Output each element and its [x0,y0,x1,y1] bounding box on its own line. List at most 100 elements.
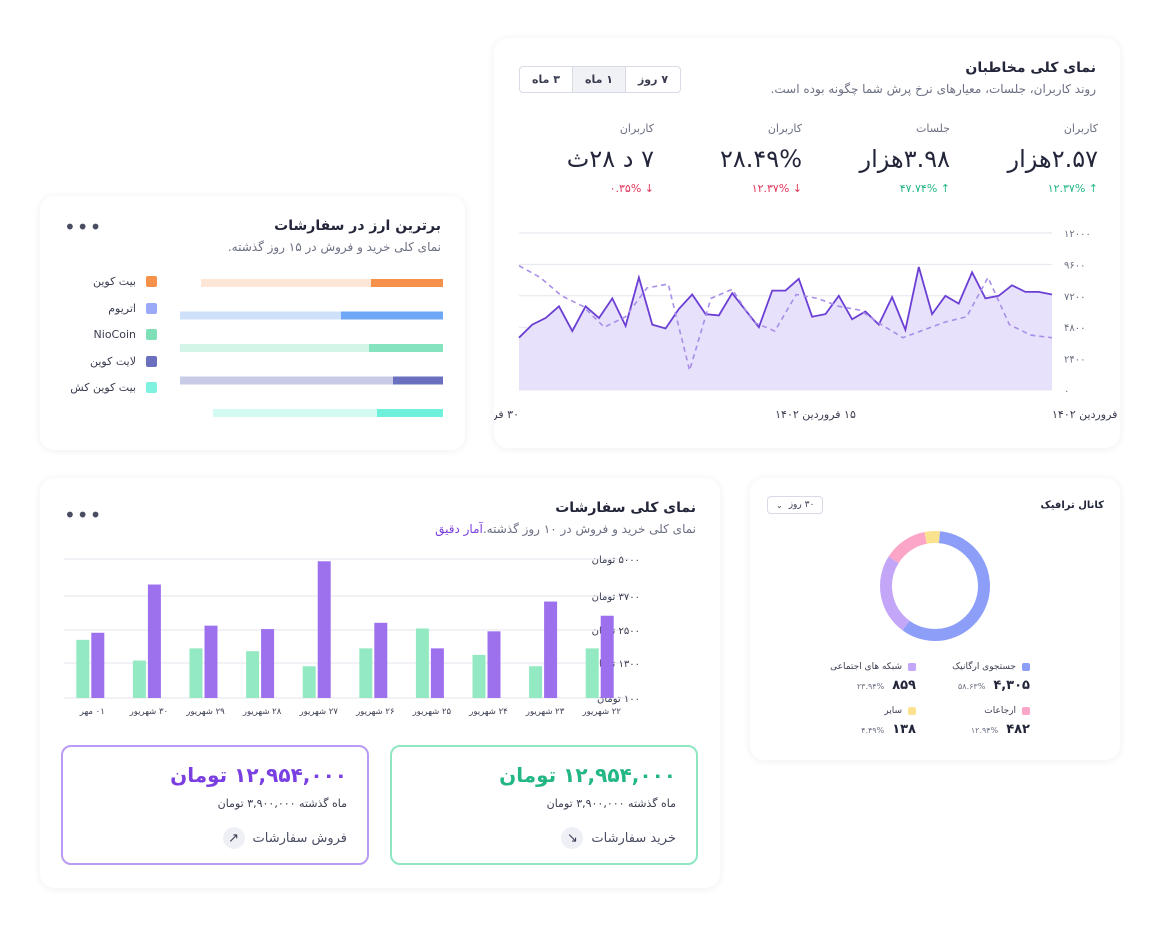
y-tick-label: ۹۶۰۰ [1064,260,1085,271]
stat-change: ↓ ۰.۳۵% [609,182,654,195]
currency-bar-secondary [201,279,371,287]
sell-bar [317,561,331,698]
chevron-down-icon: ⌄ [776,500,783,510]
x-tick-label: ۳۰ شهریور [129,707,168,717]
currency-bar-secondary [180,376,393,385]
y-tick-label: ۲۵۰۰ تومان [592,626,640,637]
buy-bar [359,648,373,698]
buy-bar [189,648,203,698]
currency-title: برترین ارز در سفارشات [274,218,441,234]
buy-orders-action[interactable]: خرید سفارشات ↘ [561,827,676,849]
traffic-legend-label: شبکه های اجتماعی [830,662,902,672]
currency-bar-primary [393,376,443,385]
y-tick-label: ۳۷۰۰ تومان [592,592,640,603]
donut-slice [880,556,910,631]
currency-bar-chart [180,279,443,417]
traffic-legend-values: ۴۸۲ ۱۲.۹۴% [971,722,1030,737]
legend-swatch [1022,707,1030,715]
donut-slice [888,532,928,564]
y-tick-label: ۲۴۰۰ [1064,355,1085,366]
traffic-legend-row: ارجاعات [971,706,1030,716]
sell-bar [374,622,388,698]
arrow-down-right-icon: ↘ [561,827,584,849]
x-tick-label: ۳۰ فروردین ۱۴۰۲ [494,408,519,421]
stat-label: کاربران [767,122,802,135]
sell-previous: ماه گذشته ۳,۹۰۰,۰۰۰ تومان [217,797,347,810]
stat-value: ۷ د ۲۸ث [566,145,654,173]
traffic-count: ۴,۳۰۵ [993,678,1030,693]
period-1-month[interactable]: ۱ ماه [571,67,625,92]
sell-orders-label: فروش سفارشات [252,830,347,846]
audience-overview-card: نمای کلی مخاطبان روند کاربران، جلسات، مع… [494,38,1120,448]
traffic-legend-row: سایر [861,706,916,716]
sell-bar [430,648,444,698]
legend-swatch [146,382,157,393]
traffic-percent: ۲۳.۹۴% [856,682,885,691]
x-tick-label: ۲۵ شهریور [412,707,452,717]
stat-value: ۲۸.۴۹% [720,145,802,173]
traffic-percent: ۵۸.۶۳% [957,682,986,691]
x-tick-label: ۲۷ شهریور [298,707,338,717]
stat-sessions: جلسات ۳.۹۸هزار ↑ ۴۷.۷۴% [800,122,950,195]
ellipsis-icon[interactable]: ••• [64,505,102,525]
legend-label: NioCoin [93,328,136,341]
traffic-title: کانال ترافیک [1040,500,1104,511]
ellipsis-icon[interactable]: ••• [64,217,102,237]
y-tick-label: ۴۸۰۰ [1064,323,1085,334]
traffic-legend-item: سایر ۱۳۸ ۴.۴۹% [861,706,916,737]
x-tick-label: ۲۹ شهریور [185,707,225,717]
detailed-stats-link[interactable]: آمار دقیق [435,522,483,536]
top-currency-card: برترین ارز در سفارشات نمای کلی خرید و فر… [40,196,465,450]
arrow-up-right-icon: ↗ [222,827,245,849]
orders-bar-chart: ۵۰۰۰ تومان ۳۷۰۰ تومان ۲۵۰۰ تومان ۱۳۰۰ تومان… [64,555,640,717]
buy-bar [302,666,316,698]
buy-orders-summary: ۱۲,۹۵۴,۰۰۰ تومان ماه گذشته ۳,۹۰۰,۰۰۰ توم… [390,745,698,865]
stat-change: ↑ ۱۲.۳۷% [1047,182,1098,195]
traffic-legend-values: ۴,۳۰۵ ۵۸.۶۳% [952,678,1030,693]
sell-bar [487,631,501,698]
x-tick-label: ۲۶ شهریور [355,707,394,717]
audience-area-chart: ۱۲۰۰۰ ۹۶۰۰ ۷۲۰۰ ۴۸۰۰ ۲۴۰۰ ۰ ۰۱ فروردین ۱۴۰۲ ۱۵ … [494,229,1120,421]
currency-bar-primary [341,311,443,320]
y-tick-label: ۵۰۰۰ تومان [592,555,640,566]
y-tick-label: ۷۲۰۰ [1064,292,1085,303]
x-tick-label: ۲۲ شهریور [581,707,621,717]
traffic-count: ۸۵۹ [892,678,916,693]
x-tick-label: ۲۳ شهریور [525,707,565,717]
stat-bounce-rate: کاربران ۲۸.۴۹% ↓ ۱۲.۳۷% [652,122,802,195]
buy-amount: ۱۲,۹۵۴,۰۰۰ تومان [499,763,676,787]
legend-item: NioCoin [94,328,157,341]
stat-value: ۳.۹۸هزار [859,145,950,173]
traffic-legend-item: ارجاعات ۴۸۲ ۱۲.۹۴% [971,706,1030,737]
legend-item: بیت کوین کش [70,381,157,394]
legend-swatch [908,707,916,715]
traffic-count: ۱۳۸ [892,722,916,737]
legend-label: اتریوم [108,301,136,315]
buy-bar [76,639,90,698]
traffic-legend-values: ۱۳۸ ۴.۴۹% [861,722,916,737]
arrow-down-icon: ↓ [644,182,654,195]
period-3-months[interactable]: ۳ ماه [520,67,572,92]
orders-subtitle: نمای کلی خرید و فروش در ۱۰ روز گذشته.آما… [435,522,696,536]
traffic-percent: ۴.۴۹% [861,726,885,735]
y-tick-label: ۰ [1064,386,1069,397]
stat-label: جلسات [916,122,950,135]
traffic-count: ۴۸۲ [1006,722,1030,737]
arrow-up-icon: ↑ [1088,182,1098,195]
traffic-legend-label: ارجاعات [984,706,1016,716]
currency-bar-secondary [180,344,369,352]
stat-users: کاربران ۲.۵۷هزار ↑ ۱۲.۳۷% [948,122,1098,195]
traffic-legend-values: ۸۵۹ ۲۳.۹۴% [830,678,916,693]
traffic-legend-label: جستجوی ارگانیک [952,662,1016,672]
currency-bar-primary [369,344,443,352]
sell-orders-action[interactable]: فروش سفارشات ↗ [222,827,347,849]
range-dropdown[interactable]: ۳۰ روز ⌄ [767,496,824,514]
audience-subtitle: روند کاربران، جلسات، معیارهای نرخ پرش شم… [770,82,1096,96]
donut-slice [902,531,990,641]
period-7-days[interactable]: ۷ روز [624,67,680,92]
sell-amount: ۱۲,۹۵۴,۰۰۰ تومان [170,763,347,787]
y-tick-label: ۱۲۰۰۰ [1064,229,1091,240]
donut-slice [924,531,940,544]
stat-session-duration: کاربران ۷ د ۲۸ث ↓ ۰.۳۵% [504,122,654,195]
period-selector: ۷ روز ۱ ماه ۳ ماه [519,66,682,93]
